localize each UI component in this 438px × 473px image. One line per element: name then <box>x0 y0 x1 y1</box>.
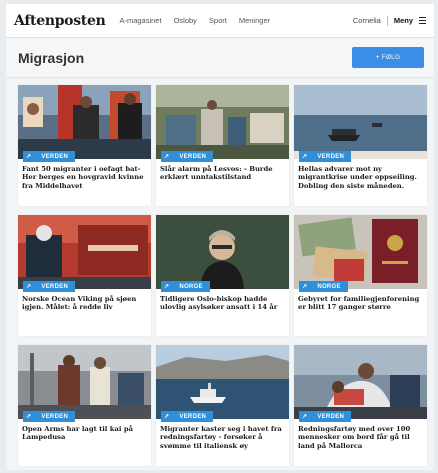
category-label: VERDEN <box>41 413 69 420</box>
article-image <box>156 215 289 289</box>
article-card[interactable]: ↗ VERDEN Fant 50 migranter i oefagt bat-… <box>18 85 151 206</box>
menu-button[interactable]: Meny <box>394 16 413 25</box>
category-label: VERDEN <box>41 153 69 160</box>
article-image <box>18 215 151 289</box>
user-name-link[interactable]: Cornelia <box>353 16 381 25</box>
article-headline[interactable]: Tidligere Oslo-biskop hadde ulovlig asyl… <box>160 295 285 312</box>
site-logo[interactable]: Aftenposten <box>14 13 106 29</box>
article-card[interactable]: ↗ VERDEN Redningsfartøy med over 100 men… <box>294 345 427 466</box>
article-image <box>294 215 427 289</box>
category-badge[interactable]: ↗ VERDEN <box>299 411 352 422</box>
article-link-icon: ↗ <box>26 414 32 420</box>
category-label: VERDEN <box>317 153 345 160</box>
main-nav: A-magasinet Osloby Sport Meninger <box>119 16 270 25</box>
category-label: VERDEN <box>179 413 207 420</box>
user-nav: Cornelia Meny <box>353 15 426 26</box>
category-badge[interactable]: ↗ NORGE <box>299 281 348 292</box>
article-card[interactable]: ↗ VERDEN Open Arms har lagt til kai på L… <box>18 345 151 466</box>
category-label: VERDEN <box>41 283 69 290</box>
article-card[interactable]: ↗ VERDEN Slår alarm på Lesvos: - Burde e… <box>156 85 289 206</box>
article-image <box>294 345 427 419</box>
category-badge[interactable]: ↗ VERDEN <box>23 151 76 162</box>
article-card[interactable]: ↗ NORGE Gebyret for familiegjenforening … <box>294 215 427 336</box>
article-image <box>156 85 289 159</box>
article-card[interactable]: ↗ NORGE Tidligere Oslo-biskop hadde ulov… <box>156 215 289 336</box>
category-label: NORGE <box>317 283 341 290</box>
article-headline[interactable]: Gebyret for familiegjenforening er blitt… <box>298 295 423 312</box>
article-headline[interactable]: Redningsfartøy med over 100 mennesker om… <box>298 425 423 450</box>
article-headline[interactable]: Norske Ocean Viking på sjøen igjen. Måle… <box>22 295 147 312</box>
nav-item-sport[interactable]: Sport <box>209 16 227 25</box>
article-link-icon: ↗ <box>26 284 32 290</box>
category-badge[interactable]: ↗ VERDEN <box>23 281 76 292</box>
category-badge[interactable]: ↗ NORGE <box>161 281 210 292</box>
category-label: VERDEN <box>179 153 207 160</box>
category-label: VERDEN <box>317 413 345 420</box>
article-card[interactable]: ↗ VERDEN Migranter kaster seg i havet fr… <box>156 345 289 466</box>
article-headline[interactable]: Slår alarm på Lesvos: - Burde erklært un… <box>160 165 285 182</box>
article-headline[interactable]: Migranter kaster seg i havet fra redning… <box>160 425 285 450</box>
article-link-icon: ↗ <box>164 154 170 160</box>
article-headline[interactable]: Fant 50 migranter i oefagt bat-Her berge… <box>22 165 147 190</box>
nav-item-meninger[interactable]: Meninger <box>239 16 270 25</box>
article-card[interactable]: ↗ VERDEN Hellas advarer mot ny migrantkr… <box>294 85 427 206</box>
article-link-icon: ↗ <box>164 284 170 290</box>
article-image <box>294 85 427 159</box>
article-image <box>18 85 151 159</box>
menu-icon[interactable] <box>419 16 426 25</box>
nav-divider <box>386 15 388 26</box>
article-link-icon: ↗ <box>302 414 308 420</box>
nav-item-a-magasinet[interactable]: A-magasinet <box>119 16 161 25</box>
article-link-icon: ↗ <box>164 414 170 420</box>
category-badge[interactable]: ↗ VERDEN <box>23 411 76 422</box>
site-header: Aftenposten A-magasinet Osloby Sport Men… <box>6 4 434 38</box>
article-headline[interactable]: Open Arms har lagt til kai på Lampedusa <box>22 425 147 442</box>
category-badge[interactable]: ↗ VERDEN <box>161 411 214 422</box>
article-card[interactable]: ↗ VERDEN Norske Ocean Viking på sjøen ig… <box>18 215 151 336</box>
follow-button[interactable]: + FØLG <box>352 47 424 68</box>
topic-page: Migrasjon + FØLG ↗ VERDEN Fant 50 migran… <box>6 38 434 470</box>
article-grid: ↗ VERDEN Fant 50 migranter i oefagt bat-… <box>18 85 428 466</box>
article-link-icon: ↗ <box>302 154 308 160</box>
nav-item-osloby[interactable]: Osloby <box>174 16 197 25</box>
page-title: Migrasjon <box>18 49 85 66</box>
article-link-icon: ↗ <box>26 154 32 160</box>
article-link-icon: ↗ <box>302 284 308 290</box>
article-headline[interactable]: Hellas advarer mot ny migrantkrise under… <box>298 165 423 190</box>
article-image <box>156 345 289 419</box>
article-image <box>18 345 151 419</box>
category-badge[interactable]: ↗ VERDEN <box>161 151 214 162</box>
category-label: NORGE <box>179 283 203 290</box>
topic-title-bar: Migrasjon + FØLG <box>6 38 434 78</box>
category-badge[interactable]: ↗ VERDEN <box>299 151 352 162</box>
